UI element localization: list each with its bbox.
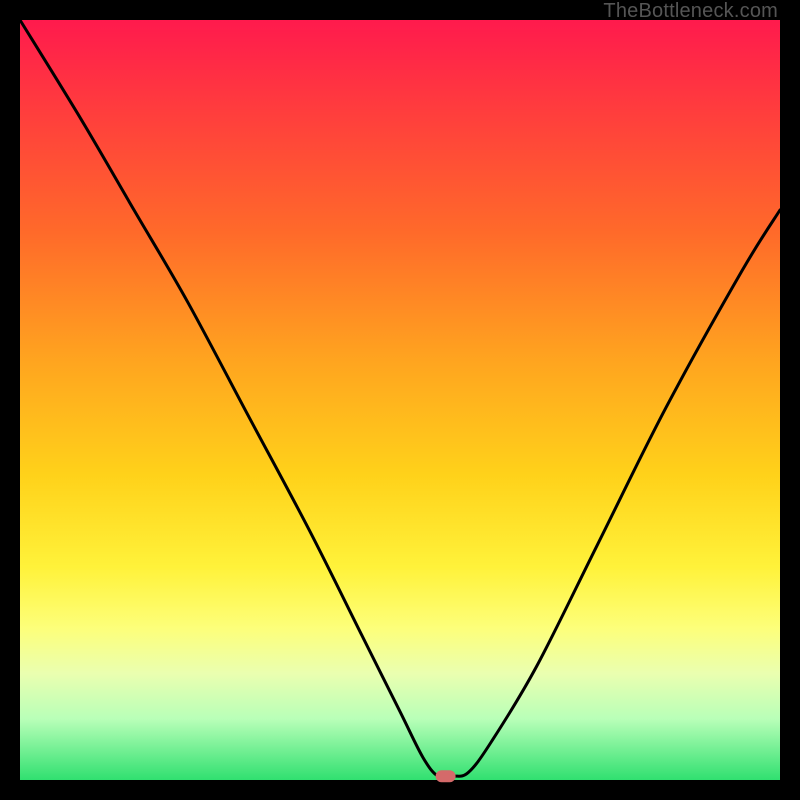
optimum-marker (436, 770, 456, 782)
outer-frame: TheBottleneck.com (0, 0, 800, 800)
bottleneck-curve-path (20, 20, 780, 778)
watermark-text: TheBottleneck.com (603, 0, 778, 23)
chart-svg (20, 20, 780, 780)
